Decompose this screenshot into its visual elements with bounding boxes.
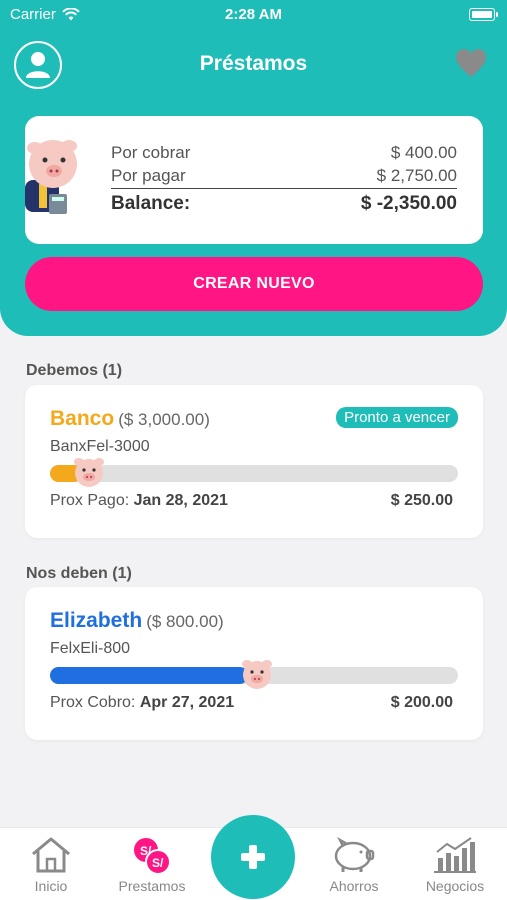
battery-icon: [469, 8, 498, 21]
status-time: 2:28 AM: [225, 6, 282, 23]
tab-ahorros[interactable]: Ahorros: [309, 828, 399, 900]
coin-label: S/: [152, 856, 164, 870]
section-title-nos-deben: Nos deben (1): [26, 565, 132, 582]
status-badge: Pronto a vencer: [336, 407, 458, 428]
progress-bar: [50, 660, 458, 689]
progress-bar: [50, 458, 458, 487]
home-icon: [32, 837, 70, 873]
pig-progress-icon: [240, 658, 274, 695]
balance-label: Balance:: [111, 193, 191, 214]
add-button[interactable]: [211, 815, 295, 899]
coins-icon: S/ S/: [134, 838, 171, 875]
due-label: Prox Cobro:: [50, 694, 136, 711]
status-bar: Carrier 2:28 AM: [0, 0, 507, 30]
bar-chart-icon: [434, 837, 476, 873]
piggy-bank-icon: [334, 836, 375, 872]
balance-value: $ -2,350.00: [360, 193, 457, 214]
tab-label: Negocios: [425, 878, 485, 894]
plus-icon: [241, 845, 265, 869]
loan-name: Banco: [50, 407, 115, 430]
loan-name-wrapper: Elizabeth ($ 800.00): [50, 609, 224, 633]
create-new-button[interactable]: CREAR NUEVO: [25, 257, 483, 311]
receivable-value: $ 400.00: [390, 143, 457, 162]
due-date: Apr 27, 2021: [139, 694, 235, 711]
loan-amount: ($ 3,000.00): [118, 410, 210, 429]
loan-code: BanxFel-3000: [50, 438, 150, 455]
payable-label: Por pagar: [111, 166, 186, 185]
coin-label: S/: [140, 844, 152, 858]
loan-name: Elizabeth: [50, 609, 143, 632]
progress-fill: [50, 667, 248, 684]
page-title: Préstamos: [199, 52, 308, 75]
loan-card-elizabeth[interactable]: Elizabeth ($ 800.00) FelxEli-800 Prox Cob…: [25, 587, 483, 740]
loan-name-wrapper: Banco ($ 3,000.00): [50, 407, 210, 431]
loan-amount: ($ 800.00): [146, 612, 224, 631]
tab-label: Inicio: [34, 878, 68, 894]
favorite-button[interactable]: [455, 48, 487, 83]
payable-value: $ 2,750.00: [376, 166, 457, 185]
section-title-debemos: Debemos (1): [26, 362, 123, 379]
tab-inicio[interactable]: Inicio: [6, 828, 96, 900]
tab-negocios[interactable]: Negocios: [410, 828, 500, 900]
receivable-row: Por cobrar $ 400.00: [111, 143, 457, 163]
loan-card-banco[interactable]: Banco ($ 3,000.00) Pronto a vencer BanxFe…: [25, 385, 483, 538]
pig-progress-icon: [72, 456, 106, 493]
tab-label: Ahorros: [329, 878, 379, 894]
balance-row: Balance: $ -2,350.00: [111, 193, 457, 215]
receivable-label: Por cobrar: [111, 143, 191, 162]
payment-amount: $ 250.00: [390, 492, 453, 509]
next-collection: Prox Cobro: Apr 27, 2021: [50, 694, 234, 712]
header: Carrier 2:28 AM Préstamos Por cobrar $ 4…: [0, 0, 507, 336]
payment-amount: $ 200.00: [390, 694, 453, 711]
heart-icon: [456, 49, 486, 77]
tab-prestamos[interactable]: S/ S/ Prestamos: [107, 828, 197, 900]
due-label: Prox Pago:: [50, 492, 130, 509]
loan-code: FelxEli-800: [50, 640, 131, 657]
divider: [111, 188, 457, 189]
due-date: Jan 28, 2021: [133, 492, 228, 509]
pig-mascot-icon: [23, 138, 83, 223]
payable-row: Por pagar $ 2,750.00: [111, 166, 457, 186]
tab-label: Prestamos: [118, 878, 186, 894]
next-payment: Prox Pago: Jan 28, 2021: [50, 492, 228, 510]
balance-summary-card: Por cobrar $ 400.00 Por pagar $ 2,750.00…: [25, 116, 483, 244]
